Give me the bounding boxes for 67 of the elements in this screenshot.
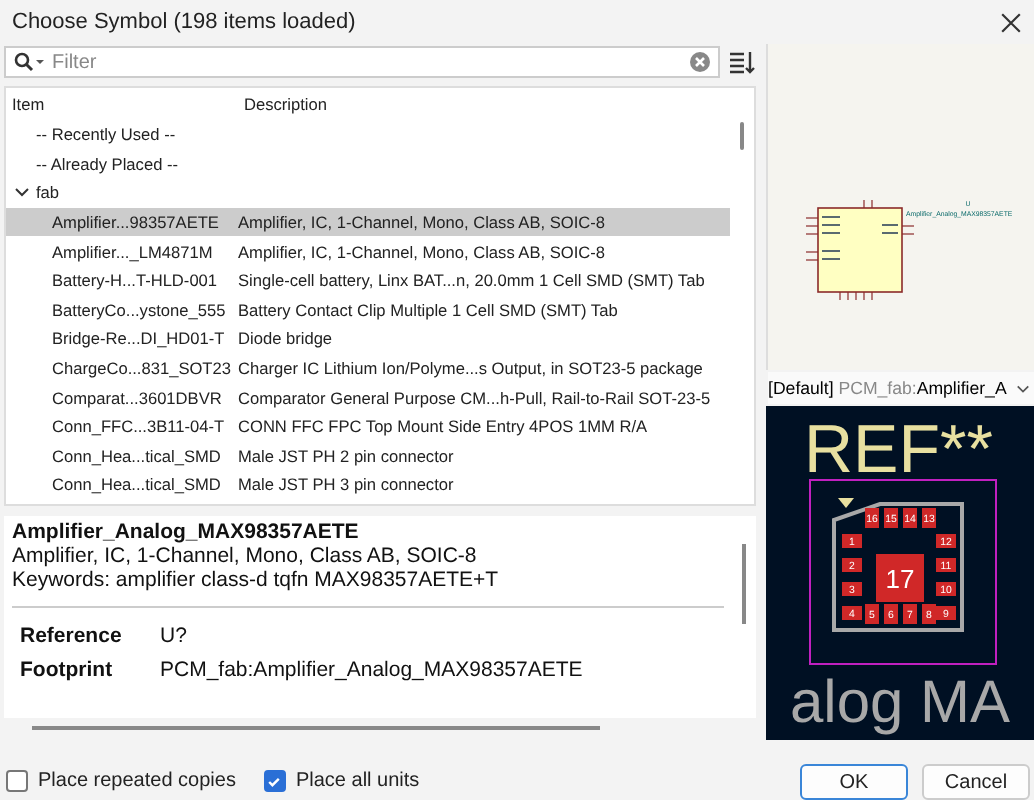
silkscreen-outline	[832, 502, 964, 632]
group-row[interactable]: -- Already Placed --	[6, 153, 179, 174]
pad: 17	[876, 554, 924, 602]
dialog-button[interactable]: Cancel	[922, 764, 1030, 800]
symbol-name: BatteryCo...ystone_555	[50, 299, 228, 320]
symbol-description: Charger IC Lithium Ion/Polyme...s Output, in SOT23-5 package	[238, 358, 705, 379]
group-row[interactable]: -- Recently Used --	[6, 124, 176, 145]
field-label: Reference	[18, 624, 124, 648]
symbol-row[interactable]: BatteryCo...ystone_555 Battery Contact Clip Multiple 1 Cell SMD (SMT) Tab	[6, 295, 730, 325]
symbol-name: Bridge-Re...DI_HD01-T	[50, 328, 227, 349]
symbol-description: Amplifier, IC, 1-Channel, Mono, Class AB, SOIC-8	[238, 241, 608, 262]
window-title: Choose Symbol (198 items loaded)	[12, 10, 356, 34]
symbol-description: Amplifier, IC, 1-Channel, Mono, Class AB, SOIC-8	[238, 212, 608, 233]
checkbox[interactable]	[263, 770, 286, 792]
symbol-name: Comparat...3601DBVR	[50, 387, 224, 408]
symbol-description: Battery Contact Clip Multiple 1 Cell SMD (SMT) Tab	[238, 299, 620, 320]
symbol-description: Comparator General Purpose CM...h-Pull, Rail-to-Rail SOT-23-5	[238, 387, 713, 408]
symbol-name: Conn_Hea...tical_SMD	[50, 445, 223, 466]
symbol-row[interactable]: Conn_FFC...3B11-04-T CONN FFC FPC Top Mount Side Entry 4POS 1MM R/A	[6, 411, 730, 442]
dialog-button[interactable]: OK	[800, 764, 908, 800]
symbol-name: Battery-H...T-HLD-001	[50, 270, 220, 291]
filter-field[interactable]: Filter	[4, 46, 720, 78]
search-icon[interactable]	[14, 52, 46, 72]
symbol-row[interactable]: Conn_Hea...tical_SMD Male JST PH 3 pin connector	[6, 470, 730, 500]
field-value: PCM_fab:Amplifier_Analog_MAX98357AETE	[160, 658, 583, 682]
scrollbar	[742, 544, 746, 624]
symbol-description: Male JST PH 2 pin connector	[238, 445, 456, 466]
symbol-row[interactable]: Conn_Hea...tical_SMD Male JST PH 2 pin connector	[6, 441, 730, 471]
footprint-name: [Default] PCM_fab:Amplifier_A	[768, 378, 1007, 398]
scrollbar	[740, 122, 744, 150]
symbol-description: Amplifier, IC, 1-Channel, Mono, Class AB, SOIC-8	[12, 544, 479, 568]
filter-input[interactable]: Filter	[52, 51, 684, 73]
symbol-name: ChargeCo...831_SOT23	[50, 358, 233, 379]
sort-icon[interactable]	[728, 48, 756, 76]
symbol-description: CONN FFC FPC Top Mount Side Entry 4POS 1MM R/A	[238, 416, 650, 437]
symbol-name: Conn_Hea...tical_SMD	[50, 474, 223, 495]
close-icon[interactable]	[1000, 11, 1022, 33]
checkbox[interactable]	[6, 770, 28, 792]
symbol-row[interactable]: Comparat...3601DBVR Comparator General Purpose CM...h-Pull, Rail-to-Rail SOT-23-5	[6, 382, 730, 412]
library-name[interactable]: fab	[36, 182, 60, 203]
symbol-row[interactable]: Bridge-Re...DI_HD01-T Diode bridge	[6, 324, 730, 354]
value-text: alog MA	[789, 670, 1011, 736]
symbol-description: Male JST PH 3 pin connector	[238, 474, 456, 495]
symbol-description: Single-cell battery, Linx BAT...n, 20.0mm 1 Cell SMD (SMT) Tab	[238, 270, 707, 291]
pin-one-marker	[838, 498, 854, 508]
symbol-name: Amplifier...98357AETE	[50, 212, 221, 233]
symbol-title: Amplifier_Analog_MAX98357AETE	[12, 520, 361, 544]
symbol-keywords: Keywords: amplifier class-d tqfn MAX98357AETE+T	[12, 568, 501, 592]
symbol-name: Conn_FFC...3B11-04-T	[50, 416, 227, 437]
symbol-description: Diode bridge	[238, 328, 335, 349]
symbol-row[interactable]: Amplifier..._LM4871M Amplifier, IC, 1-Channel, Mono, Class AB, SOIC-8	[6, 236, 730, 266]
footprint-dropdown[interactable]: [Default] PCM_fab:Amplifier_A	[768, 372, 1034, 404]
column-header: Item	[10, 94, 47, 114]
field-value: U?	[160, 624, 187, 648]
symbol-name: Amplifier..._LM4871M	[50, 241, 215, 262]
chevron-icon[interactable]	[14, 184, 30, 201]
symbol-row[interactable]: ChargeCo...831_SOT23 Charger IC Lithium Ion/Polyme...s Output, in SOT23-5 package	[6, 353, 730, 383]
field-label: Footprint	[18, 658, 115, 682]
checkbox-label: Place all units	[295, 770, 420, 792]
symbol-row[interactable]: Amplifier...98357AETE Amplifier, IC, 1-Channel, Mono, Class AB, SOIC-8	[6, 207, 730, 237]
reference-text: REF**	[804, 412, 993, 488]
symbol-row[interactable]: Battery-H...T-HLD-001 Single-cell battery, Linx BAT...n, 20.0mm 1 Cell SMD (SMT) Tab	[6, 265, 730, 296]
checkmark-icon	[266, 773, 283, 789]
checkbox-label: Place repeated copies	[38, 770, 236, 792]
caret-icon	[1016, 383, 1030, 393]
clear-icon[interactable]	[690, 52, 710, 72]
column-header: Description	[242, 94, 330, 114]
